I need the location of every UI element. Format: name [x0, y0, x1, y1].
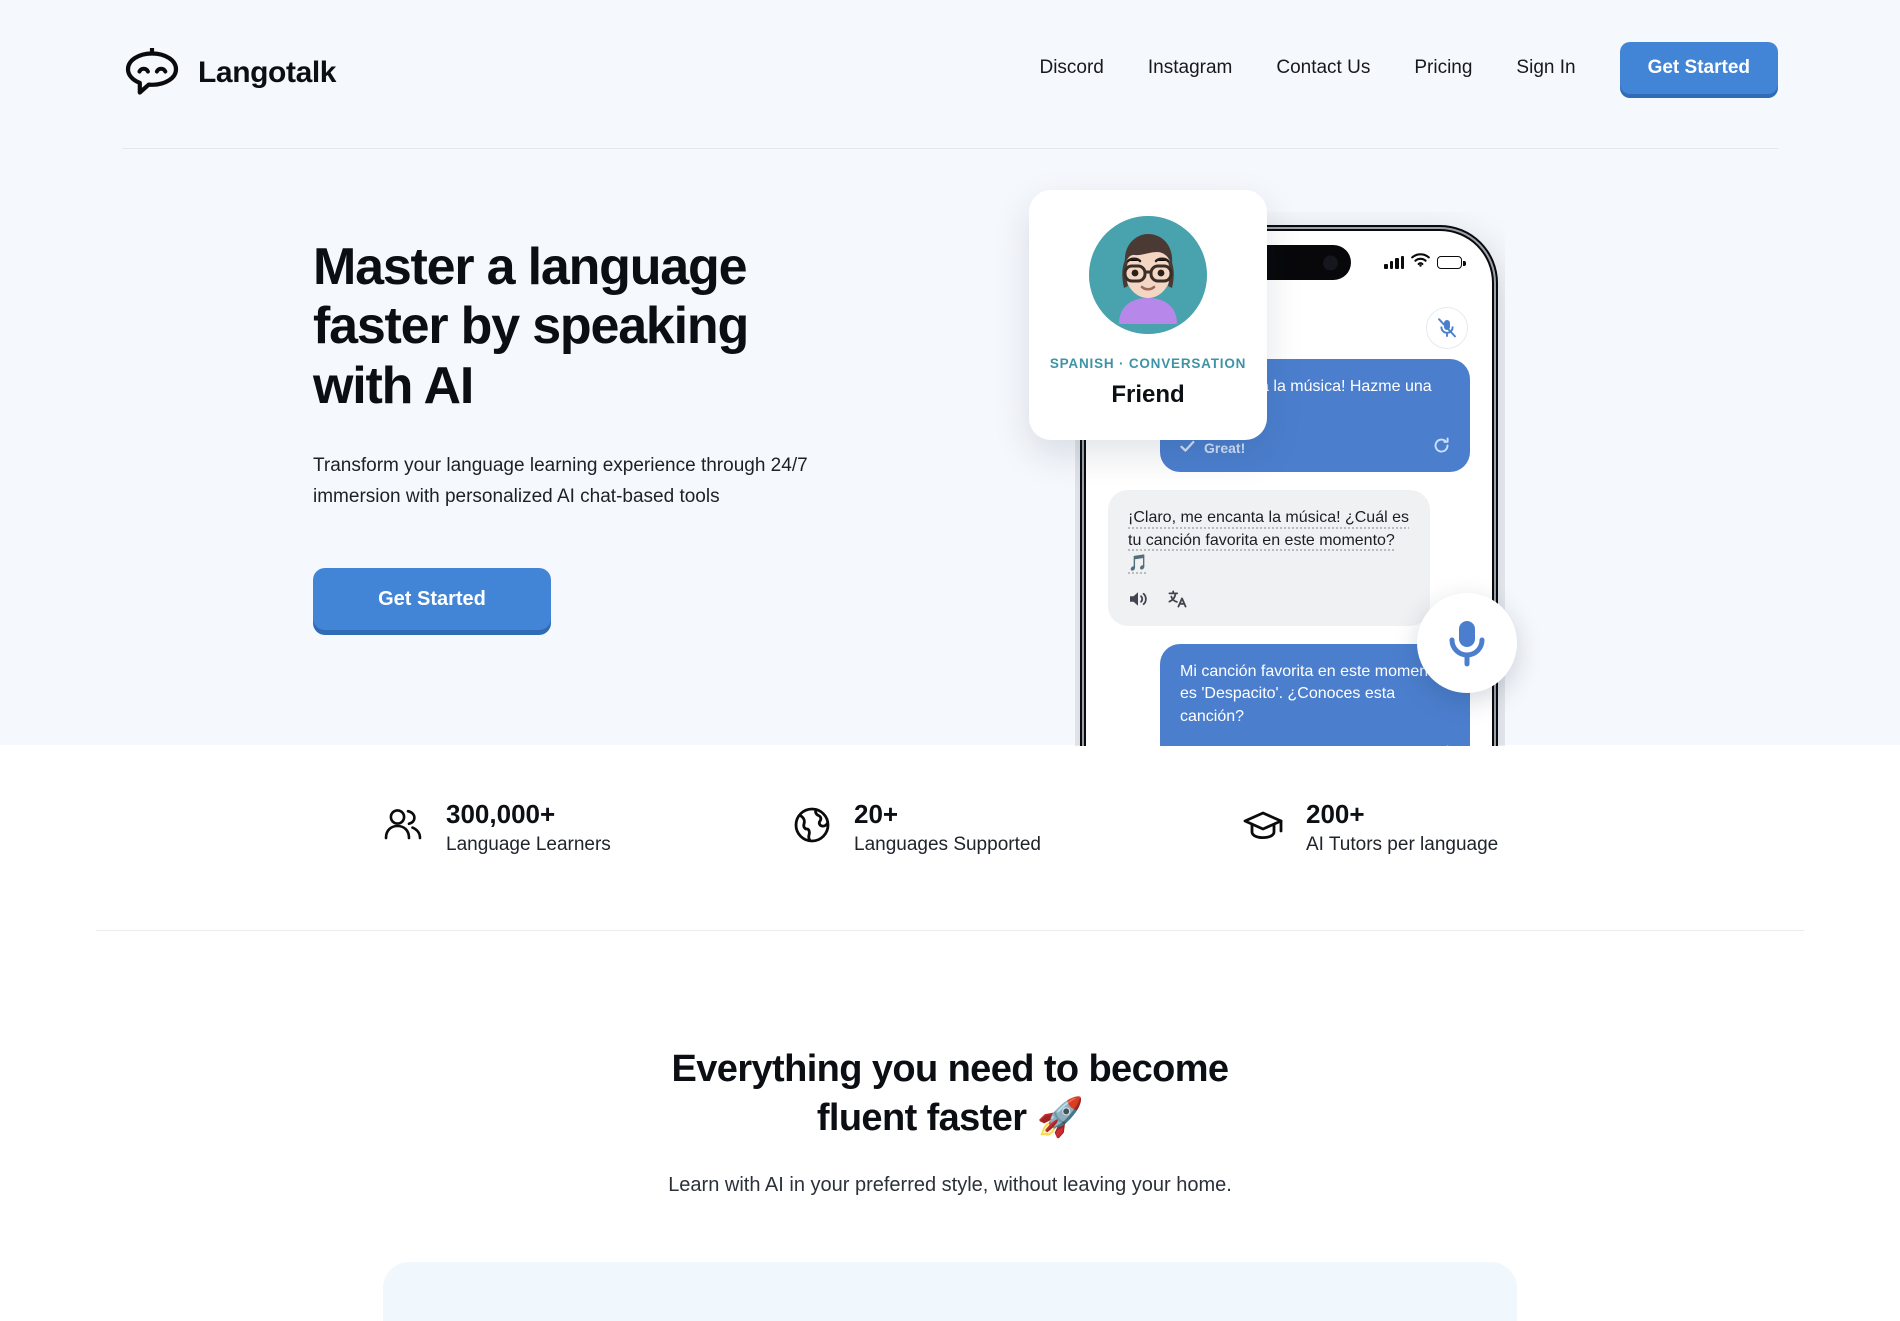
- tutor-card[interactable]: SPANISH · CONVERSATION Friend: [1029, 190, 1267, 440]
- stat-label: AI Tutors per language: [1306, 833, 1499, 855]
- stat-number: 200+: [1306, 799, 1365, 829]
- hero-title: Master a language faster by speaking wit…: [313, 238, 749, 415]
- users-icon: [382, 804, 424, 851]
- brand-logo-link[interactable]: Langotalk: [122, 48, 336, 98]
- signal-bars-icon: [1384, 256, 1404, 269]
- chat-bubble-bot: ¡Claro, me encanta la música! ¿Cuál es t…: [1108, 490, 1430, 626]
- features-section: Everything you need to become fluent fas…: [0, 1045, 1900, 1197]
- chat-bubble-text: Mi canción favorita en este momento es '…: [1180, 662, 1442, 726]
- front-camera-icon: [1323, 255, 1338, 270]
- site-header: Langotalk Discord Instagram Contact Us P…: [0, 0, 1900, 149]
- hero-get-started-button[interactable]: Get Started: [313, 568, 551, 631]
- chat-bubble-actions: [1128, 590, 1410, 613]
- stat-label: Languages Supported: [854, 833, 1041, 855]
- battery-icon: [1437, 256, 1466, 269]
- features-title-line2: fluent faster 🚀: [816, 1096, 1084, 1139]
- features-title-line1: Everything you need to become: [671, 1048, 1230, 1090]
- stat-number: 20+: [854, 799, 899, 829]
- chatbot-face-icon: [122, 48, 184, 98]
- landing-page: Langotalk Discord Instagram Contact Us P…: [0, 0, 1900, 1321]
- stat-language-learners: 300,000+ Language Learners: [382, 800, 792, 856]
- feature-card[interactable]: [383, 1262, 1517, 1321]
- microphone-icon: [1443, 616, 1491, 671]
- graduation-cap-icon: [1242, 807, 1284, 848]
- tutor-tag: SPANISH · CONVERSATION: [1049, 356, 1247, 371]
- stat-ai-tutors: 200+ AI Tutors per language: [1242, 800, 1498, 856]
- speaker-icon[interactable]: [1128, 590, 1148, 613]
- chat-status-label: Great!: [1204, 440, 1246, 457]
- globe-icon: [792, 805, 832, 850]
- retry-icon[interactable]: [1433, 745, 1450, 746]
- wifi-icon: [1411, 253, 1430, 272]
- hero-subtitle: Transform your language learning experie…: [313, 454, 808, 508]
- hero-content: Master a language faster by speaking wit…: [313, 238, 953, 631]
- chat-bubble-footer: Great!: [1180, 745, 1450, 746]
- microphone-record-button[interactable]: [1417, 593, 1517, 693]
- check-icon: [1180, 440, 1195, 456]
- stats-row: 300,000+ Language Learners 20+ Languages…: [0, 800, 1900, 856]
- brand-name: Langotalk: [198, 56, 337, 89]
- nav-link-contact-us[interactable]: Contact Us: [1254, 47, 1392, 89]
- chat-bubble-text: ¡Claro, me encanta la música! ¿Cuál es t…: [1128, 509, 1409, 572]
- nav-link-instagram[interactable]: Instagram: [1126, 47, 1254, 89]
- microphone-muted-icon[interactable]: [1426, 307, 1468, 349]
- stat-label: Language Learners: [446, 833, 611, 855]
- stat-languages-supported: 20+ Languages Supported: [792, 800, 1242, 856]
- header-get-started-button[interactable]: Get Started: [1619, 42, 1778, 94]
- retry-icon[interactable]: [1433, 437, 1450, 459]
- stat-number: 300,000+: [446, 799, 556, 829]
- nav-link-pricing[interactable]: Pricing: [1392, 47, 1494, 89]
- stats-divider: [96, 930, 1804, 931]
- chat-bubble-footer: Great!: [1180, 437, 1450, 459]
- nav-link-sign-in[interactable]: Sign In: [1494, 47, 1597, 89]
- chat-status: Great!: [1180, 440, 1245, 456]
- translate-icon[interactable]: [1168, 590, 1188, 613]
- header-divider: [122, 148, 1778, 149]
- main-nav: Discord Instagram Contact Us Pricing Sig…: [1017, 42, 1778, 94]
- tutor-name: Friend: [1111, 381, 1185, 408]
- avatar: [1089, 216, 1207, 334]
- nav-link-discord[interactable]: Discord: [1017, 47, 1125, 89]
- features-title: Everything you need to become fluent fas…: [0, 1045, 1900, 1142]
- features-subtitle: Learn with AI in your preferred style, w…: [668, 1174, 1232, 1197]
- status-bar: [1384, 253, 1466, 272]
